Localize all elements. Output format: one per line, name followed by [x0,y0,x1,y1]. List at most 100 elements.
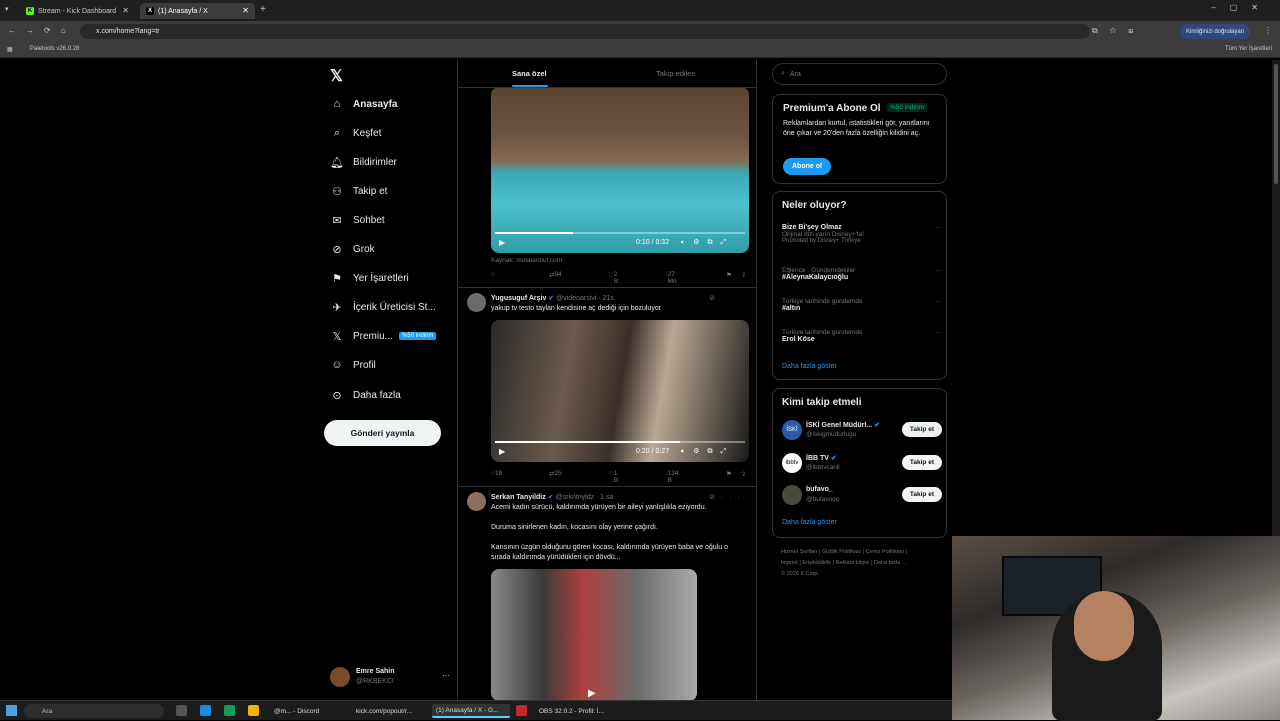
trend-item[interactable]: Eğlence · Gündemdekiler #AleynaKalaycıoğ… [782,267,942,281]
bookmark-icon[interactable]: ⚑ [726,470,732,478]
sidebar-item-creator-studio[interactable]: ✈ İçerik Üreticisi St... [330,297,435,317]
follow-button[interactable]: Takip et [901,455,942,470]
follow-suggestion[interactable]: İSKİ İSKİ Genel Müdürl... ✔ @iskigmudurl… [782,417,942,443]
reply-button[interactable]: ○ 18 [491,470,502,477]
share-icon[interactable]: ⇪ [741,271,746,279]
retweet-button[interactable]: ⇄ 94 [549,271,562,279]
follow-button[interactable]: Takip et [901,487,942,502]
app-icon[interactable] [516,705,527,716]
views-button[interactable]: ⫶ 27 Mn [666,271,677,285]
more-circle-icon: ⊙ [332,389,342,402]
follow-suggestion[interactable]: ibbtv İBB TV ✔ @ibbtvcanli Takip et [782,450,942,476]
like-button[interactable]: ♡ 2 B [608,271,618,285]
trend-item[interactable]: Türkiye tarihinde gündemde Erol Köse ··· [782,329,942,343]
all-bookmarks[interactable]: Tüm Yer İşaretleri [1225,46,1272,52]
scrollbar-thumb[interactable] [1274,64,1278,184]
play-icon[interactable]: ▶ [588,688,596,699]
more-icon[interactable]: ··· [936,224,943,231]
avatar[interactable] [467,492,486,511]
more-icon[interactable]: ··· [936,267,943,274]
x-logo-icon[interactable]: 𝕏 [330,66,343,86]
tab-for-you[interactable]: Sana özel [512,69,547,78]
share-icon[interactable]: ⇪ [741,470,746,478]
edge-icon[interactable] [224,705,235,716]
tab-x-home[interactable]: X (1) Anasayfa / X ✕ [140,3,255,19]
bookmark-paletools[interactable]: Paletools v26.0.28 [30,46,79,52]
follow-button[interactable]: Takip et [901,422,942,437]
retweet-button[interactable]: ⇄ 25 [549,470,562,478]
video-control-icons[interactable]: 🔈︎⚙⧉⤢ [681,447,734,456]
sidebar-item-more[interactable]: ⊙ Daha fazla [330,385,400,405]
taskbar-kick[interactable]: kick.com/popout/r... [352,704,430,718]
tab-indicator [512,85,548,87]
play-icon[interactable]: ▶ [499,238,505,247]
sidebar-item-bookmarks[interactable]: ⚑ Yer İşaretleri [330,268,409,288]
tab-search-icon[interactable]: ▾ [5,5,9,13]
more-icon[interactable]: ··· [936,298,943,305]
taskbar-discord[interactable]: @m... - Discord [270,704,350,718]
extension-icons[interactable]: ⧉☆⊞ [1092,26,1145,36]
post-button[interactable]: Gönderi yayınla [324,420,441,446]
sidebar-item-home[interactable]: ⌂ Anasayfa [330,94,398,114]
new-tab-icon[interactable]: + [260,4,266,15]
sidebar-item-explore[interactable]: ⌕ Keşfet [330,123,381,143]
trend-subtitle: Orijinal dizi yarın Disney+'ta! [782,231,864,238]
views-button[interactable]: ⫶ 134 B [666,470,678,484]
apps-icon[interactable]: ▦ [7,46,13,53]
url-input[interactable]: x.com/home?lang=tr [80,24,1090,39]
taskbar-search[interactable]: Ara [24,704,164,718]
video-progress-bar[interactable] [495,441,745,443]
tweet-video[interactable]: ▶ 0:10 / 0:32 🔈︎⚙⧉⤢ [491,87,749,253]
account-switcher[interactable]: Emre Sahin @RKBEKCI ··· [330,664,450,690]
profile-button[interactable]: Kimliğinizi doğrulayan [1180,24,1251,39]
app-icon[interactable] [200,705,211,716]
show-more-link[interactable]: Daha fazla göster [782,519,837,526]
sidebar-item-label: Bildirimler [353,156,397,168]
show-more-link[interactable]: Daha fazla göster [782,363,837,370]
taskbar-chrome[interactable]: (1) Anasayfa / X - G... [432,704,510,718]
windows-start-icon[interactable] [6,705,17,716]
subscribe-button[interactable]: Abone ol [783,158,831,175]
video-control-icons[interactable]: 🔈︎⚙⧉⤢ [681,238,734,247]
author-name[interactable]: Yugusuguf Arşiv [491,295,546,302]
search-input[interactable]: ⌕ Ara [772,63,947,85]
taskbar-obs[interactable]: OBS 32.0.2 - Profil: İ... [535,704,615,718]
sidebar-item-grok[interactable]: ⊘ Grok [330,239,374,259]
avatar[interactable] [467,293,486,312]
trend-item[interactable]: Bize Bi'şey Olmaz Orijinal dizi yarın Di… [782,224,942,244]
play-icon[interactable]: ▶ [499,447,505,456]
task-view-icon[interactable] [176,705,187,716]
follow-suggestion[interactable]: bufavo_ @bufavooo Takip et [782,482,942,508]
close-tab-icon[interactable]: ✕ [122,6,129,15]
sidebar-item-profile[interactable]: ☺ Profil [330,355,375,375]
bookmark-icon[interactable]: ⚑ [726,271,732,279]
more-icon[interactable]: ··· [442,671,450,680]
tab-following[interactable]: Takip edilen [656,69,696,78]
browser-menu-icon[interactable]: ⋮ [1264,26,1272,35]
footer-line[interactable]: Hizmet Şartları | Gizlilik Politikası | … [781,547,946,558]
trend-item[interactable]: Türkiye tarihinde gündemde #altın ··· [782,298,942,312]
navigation-buttons[interactable]: ←→⟳⌂ [8,26,76,35]
tweet-menu-icons[interactable]: ⊘··· [709,493,746,501]
window-controls[interactable]: –▢✕ [1211,3,1272,12]
author-name[interactable]: Serkan Tanyildiz [491,494,546,501]
sidebar-item-notifications[interactable]: 🔔︎ Bildirimler [330,152,397,172]
tab-kick-dashboard[interactable]: K Stream - Kick Dashboard ✕ [20,3,135,19]
tweet-video[interactable]: ▶ 0:20 / 0:27 🔈︎⚙⧉⤢ [491,320,749,462]
trend-name: #altın [782,305,801,312]
folder-icon[interactable] [248,705,259,716]
taskbar-search-label: Ara [42,707,53,715]
reply-count: 18 [494,470,503,477]
video-progress-bar[interactable] [495,232,745,234]
reply-icon[interactable]: ○ [491,271,495,278]
premium-description: Reklamlardan kurtul, istatistikleri gör,… [783,120,930,137]
tweet-video[interactable]: ▶ [491,569,697,700]
like-button[interactable]: ♡ 1 B [608,470,618,484]
sidebar-item-premium[interactable]: 𝕏 Premiu... %50 indirim [330,326,437,346]
sidebar-item-follow[interactable]: ⚇ Takip et [330,181,387,201]
more-icon[interactable]: ··· [936,329,943,336]
footer-line[interactable]: Imprint | Erişilebilirlik | Reklam bilgi… [781,558,946,569]
tweet-menu-icons[interactable]: ⊘··· [709,294,746,302]
close-tab-icon[interactable]: ✕ [242,6,249,15]
sidebar-item-messages[interactable]: ✉ Sohbet [330,210,384,230]
